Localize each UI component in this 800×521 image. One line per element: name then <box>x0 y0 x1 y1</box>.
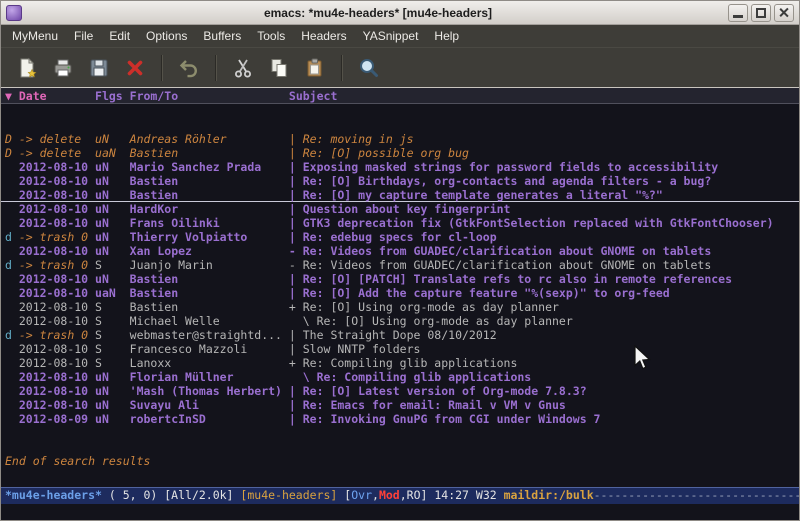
headers-buffer: D -> delete uN Andreas Röhler | Re: movi… <box>1 104 799 487</box>
message-row[interactable]: 2012-08-10 uN Suvayu Ali | Re: Emacs for… <box>1 398 799 412</box>
menu-item-headers[interactable]: Headers <box>293 26 354 46</box>
modeline-segment: , <box>400 488 407 502</box>
message-row[interactable]: 2012-08-10 uN Florian Müllner \ Re: Comp… <box>1 370 799 384</box>
menu-item-yasnippet[interactable]: YASnippet <box>355 26 427 46</box>
modeline-segment: [mu4e-headers] <box>240 488 337 502</box>
close-icon[interactable] <box>119 52 151 84</box>
message-row[interactable]: 2012-08-10 S Lanoxx + Re: Compiling glib… <box>1 356 799 370</box>
modeline-segment: [ <box>337 488 351 502</box>
message-row[interactable]: 2012-08-10 uN 'Mash (Thomas Herbert) | R… <box>1 384 799 398</box>
copy-icon[interactable] <box>263 52 295 84</box>
emacs-app-icon <box>6 5 22 21</box>
echo-area[interactable] <box>1 504 799 520</box>
message-row[interactable]: 2012-08-10 uN Bastien | Re: [O] [PATCH] … <box>1 272 799 286</box>
message-row[interactable]: 2012-08-10 S Michael Welle \ Re: [O] Usi… <box>1 314 799 328</box>
modeline-segment: Ovr <box>351 488 372 502</box>
print-icon[interactable] <box>47 52 79 84</box>
modeline-segment: , <box>372 488 379 502</box>
close-icon <box>779 7 790 18</box>
toolbar-separator <box>341 55 343 81</box>
menu-item-mymenu[interactable]: MyMenu <box>4 26 66 46</box>
toolbar-separator <box>161 55 163 81</box>
column-header-subject: Subject <box>289 89 337 103</box>
message-row[interactable]: d -> trash 0 uN Thierry Volpiatto | Re: … <box>1 230 799 244</box>
column-header-from: From/To <box>130 89 289 103</box>
paste-icon[interactable] <box>299 52 331 84</box>
message-rows: D -> delete uN Andreas Röhler | Re: movi… <box>1 132 799 426</box>
emacs-window: emacs: *mu4e-headers* [mu4e-headers] MyM… <box>0 0 800 521</box>
message-row[interactable]: D -> delete uN Andreas Röhler | Re: movi… <box>1 132 799 146</box>
undo-icon <box>173 52 205 84</box>
mode-line: *mu4e-headers* ( 5, 0) [All/2.0k] [mu4e-… <box>1 487 799 504</box>
message-row[interactable]: 2012-08-10 uN Mario Sanchez Prada | Expo… <box>1 160 799 174</box>
menu-item-help[interactable]: Help <box>426 26 467 46</box>
titlebar[interactable]: emacs: *mu4e-headers* [mu4e-headers] <box>1 1 799 25</box>
modeline-segment: RO <box>407 488 421 502</box>
column-header-date: Date <box>19 89 95 103</box>
window-title: emacs: *mu4e-headers* [mu4e-headers] <box>28 6 728 20</box>
message-row[interactable]: 2012-08-10 S Bastien + Re: [O] Using org… <box>1 300 799 314</box>
minimize-button[interactable] <box>728 4 748 22</box>
maximize-button[interactable] <box>751 4 771 22</box>
close-button[interactable] <box>774 4 794 22</box>
tool-bar <box>1 47 799 87</box>
menu-item-edit[interactable]: Edit <box>101 26 138 46</box>
new-file-icon[interactable] <box>11 52 43 84</box>
message-row[interactable]: d -> trash 0 S webmaster@straightd... | … <box>1 328 799 342</box>
modeline-segment: *mu4e-headers* <box>5 488 102 502</box>
modeline-segment: -------------------------------- <box>594 488 799 502</box>
end-of-results: End of search results <box>1 454 799 468</box>
message-row[interactable]: 2012-08-10 uN Bastien | Re: [O] Birthday… <box>1 174 799 188</box>
message-row[interactable]: 2012-08-10 uN Bastien | Re: [O] my captu… <box>1 188 799 202</box>
cut-icon[interactable] <box>227 52 259 84</box>
column-header-flags: Flgs <box>95 89 130 103</box>
header-line: ▼ Date Flgs From/To Subject <box>1 87 799 104</box>
message-row[interactable]: 2012-08-10 uN Xan Lopez - Re: Videos fro… <box>1 244 799 258</box>
message-row[interactable]: 2012-08-10 uN HardKor | Question about k… <box>1 202 799 216</box>
search-icon[interactable] <box>353 52 385 84</box>
message-row[interactable]: 2012-08-10 S Francesco Mazzoli | Slow NN… <box>1 342 799 356</box>
sort-indicator: ▼ <box>5 89 19 103</box>
minimize-icon <box>733 15 743 18</box>
message-row[interactable]: 2012-08-09 uN robertcInSD | Re: Invoking… <box>1 412 799 426</box>
menu-item-options[interactable]: Options <box>138 26 195 46</box>
maximize-icon <box>756 8 766 18</box>
window-controls <box>728 4 794 22</box>
menu-item-file[interactable]: File <box>66 26 101 46</box>
modeline-segment: maildir:/bulk <box>504 488 594 502</box>
toolbar-separator <box>215 55 217 81</box>
save-icon[interactable] <box>83 52 115 84</box>
menu-item-tools[interactable]: Tools <box>249 26 293 46</box>
modeline-segment: Mod <box>379 488 400 502</box>
modeline-segment: ] 14:27 W32 <box>421 488 504 502</box>
modeline-segment: ( 5, 0) [All/2.0k] <box>102 488 240 502</box>
message-row[interactable]: d -> trash 0 S Juanjo Marin - Re: Videos… <box>1 258 799 272</box>
message-row[interactable]: 2012-08-10 uaN Bastien | Re: [O] Add the… <box>1 286 799 300</box>
message-row[interactable]: 2012-08-10 uN Frans Oilinki | GTK3 depre… <box>1 216 799 230</box>
menu-bar: MyMenuFileEditOptionsBuffersToolsHeaders… <box>1 25 799 47</box>
message-row[interactable]: D -> delete uaN Bastien | Re: [O] possib… <box>1 146 799 160</box>
menu-item-buffers[interactable]: Buffers <box>195 26 249 46</box>
